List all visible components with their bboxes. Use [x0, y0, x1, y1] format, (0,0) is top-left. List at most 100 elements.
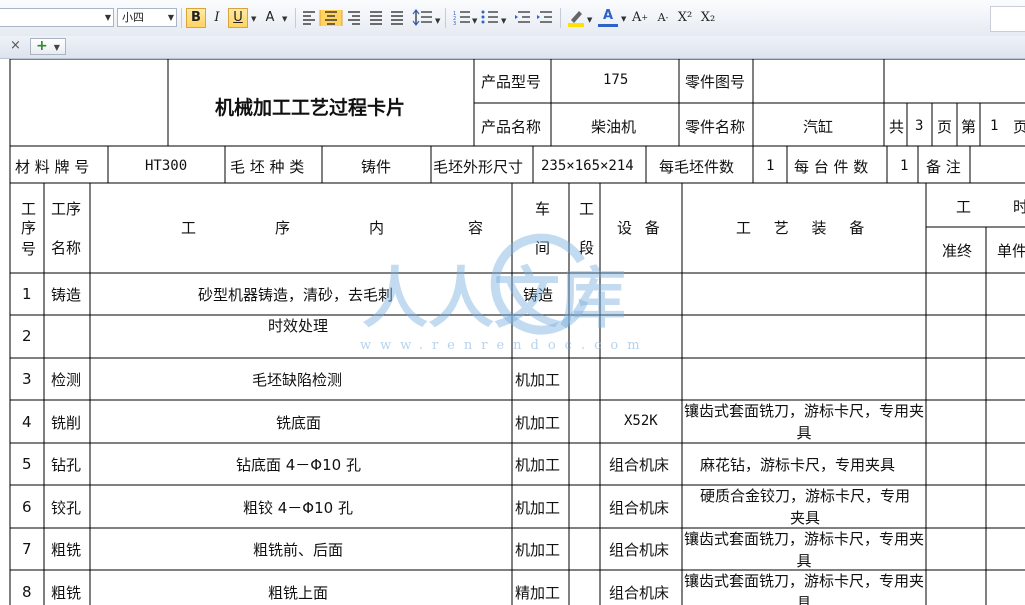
subscript-button[interactable]: X₂: [698, 8, 718, 28]
header-section-1: 工: [579, 200, 595, 218]
header-name-1: 工序: [51, 200, 82, 218]
align-left-button[interactable]: [300, 8, 320, 28]
svg-text:▼: ▼: [472, 17, 478, 25]
row-6-content: 粗铰 4－Φ10 孔: [243, 499, 353, 517]
chevron-down-icon[interactable]: ▼: [168, 9, 174, 26]
row-4-workshop: 机加工: [515, 414, 561, 432]
part-no-label: 零件图号: [685, 73, 746, 91]
row-8-no: 8: [22, 583, 32, 601]
per-machine-label: 每 台 件 数: [794, 158, 869, 176]
row-5-content: 钻底面 4－Φ10 孔: [236, 456, 361, 474]
row-8-content: 粗铣上面: [268, 584, 329, 602]
font-size-select[interactable]: 小四 ▼: [117, 8, 177, 27]
row-4-name: 铣削: [51, 414, 82, 432]
bulleted-list-button[interactable]: [480, 8, 500, 28]
chevron-down-icon[interactable]: ▼: [621, 15, 626, 23]
header-seq-2: 序: [21, 219, 37, 237]
row-7-no: 7: [22, 540, 32, 558]
align-right-button[interactable]: [346, 8, 366, 28]
row-3-workshop: 机加工: [515, 371, 561, 389]
header-unit: 单件: [997, 242, 1025, 260]
close-icon[interactable]: ×: [10, 38, 21, 53]
increase-indent-button[interactable]: [536, 8, 556, 28]
font-grow-glyph: A: [631, 10, 642, 25]
char-style-glyph: A: [265, 10, 275, 25]
font-grow-button[interactable]: A+: [630, 8, 650, 28]
justify-button[interactable]: [368, 8, 388, 28]
highlighter-icon[interactable]: ▼: [566, 8, 596, 28]
row-5-workshop: 机加工: [515, 456, 561, 474]
char-style-button[interactable]: A: [260, 8, 280, 28]
per-machine-value: 1: [900, 158, 909, 174]
header-content-2: 序: [275, 219, 291, 237]
plus-icon: +: [36, 38, 48, 54]
italic-button[interactable]: I: [207, 8, 227, 28]
distribute-button[interactable]: [389, 8, 409, 28]
decrease-indent-button[interactable]: [514, 8, 534, 28]
row-3-no: 3: [22, 370, 32, 388]
svg-text:▼: ▼: [587, 16, 593, 24]
font-name-select[interactable]: ▼: [0, 8, 114, 27]
superscript-button[interactable]: X²: [675, 8, 695, 28]
row-7-content: 粗铣前、后面: [253, 541, 344, 559]
row-5-tooling: 麻花钻，游标卡尺，专用夹具: [700, 456, 896, 474]
row-2-content: 时效处理: [268, 317, 329, 335]
per-blank-label: 每毛坯件数: [659, 158, 735, 176]
underline-button[interactable]: U: [228, 8, 248, 28]
part-name-value: 汽缸: [803, 118, 834, 136]
page-no-value: 1: [990, 118, 999, 134]
row-6-equipment: 组合机床: [609, 499, 670, 517]
align-center-button[interactable]: [322, 8, 342, 28]
chevron-down-icon[interactable]: ▼: [282, 15, 287, 23]
row-7-equipment: 组合机床: [609, 541, 670, 559]
header-content-3: 内: [369, 219, 385, 237]
blank-type-value: 铸件: [361, 158, 392, 176]
chevron-down-icon[interactable]: ▼: [105, 9, 111, 26]
font-shrink-glyph: A: [657, 11, 666, 24]
header-equipment: 设 备: [617, 219, 664, 237]
add-tab-button[interactable]: + ▼: [30, 38, 66, 55]
per-blank-value: 1: [766, 158, 775, 174]
chevron-down-icon[interactable]: ▼: [54, 43, 60, 52]
toolbar-divider: [181, 8, 182, 28]
document-tab-strip: × + ▼: [0, 36, 1025, 59]
blank-size-value: 235×165×214: [541, 158, 634, 174]
numbered-list-button[interactable]: [452, 8, 472, 28]
svg-text:▼: ▼: [501, 17, 507, 25]
row-6-no: 6: [22, 498, 32, 516]
page-unit-label: 页: [937, 118, 953, 136]
row-2-no: 2: [22, 327, 32, 345]
page-unit-label-2: 页: [1013, 118, 1025, 136]
total-pages-label: 共: [889, 118, 905, 136]
row-1-no: 1: [22, 285, 32, 303]
font-shrink-button[interactable]: A-: [653, 8, 673, 28]
blank-size-label: 毛坯外形尺寸: [433, 158, 524, 176]
row-1-name: 铸造: [51, 286, 82, 304]
row-4-equipment: X52K: [624, 413, 658, 429]
header-content-4: 容: [468, 219, 484, 237]
svg-text:▼: ▼: [435, 17, 441, 25]
chevron-down-icon[interactable]: ▼: [251, 15, 256, 23]
header-hours-2: 时: [1013, 198, 1025, 216]
row-7-tooling: 镶齿式套面铣刀，游标卡尺，专用夹具: [684, 530, 925, 570]
total-pages-value: 3: [915, 118, 924, 134]
font-color-button[interactable]: A: [598, 8, 618, 27]
row-7-name: 粗铣: [51, 541, 82, 559]
material-label: 材 料 牌 号: [15, 158, 90, 176]
row-7-workshop: 机加工: [515, 541, 561, 559]
header-prep-end: 准终: [942, 242, 973, 260]
line-spacing-icon[interactable]: ▼: [412, 9, 442, 27]
row-6-tooling: 硬质合金铰刀，游标卡尺，专用夹具: [700, 487, 911, 527]
product-model-label: 产品型号: [481, 73, 542, 91]
toolbar-blank-field: [990, 6, 1025, 32]
formatting-toolbar: ▼ 小四 ▼ B I U ▼ A ▼ ▼ 1 2 3 ▼ ▼ ▼ A ▼ A+ …: [0, 0, 1025, 37]
row-8-equipment: 组合机床: [609, 584, 670, 602]
row-8-workshop: 精加工: [515, 584, 561, 602]
row-4-content: 铣底面: [276, 414, 322, 432]
watermark-logo: 人人文库: [362, 260, 626, 337]
header-workshop-1: 车: [535, 200, 551, 218]
row-6-name: 铰孔: [51, 499, 82, 517]
bold-button[interactable]: B: [186, 8, 206, 28]
blank-type-label: 毛 坯 种 类: [230, 158, 305, 176]
header-seq-3: 号: [21, 240, 37, 258]
